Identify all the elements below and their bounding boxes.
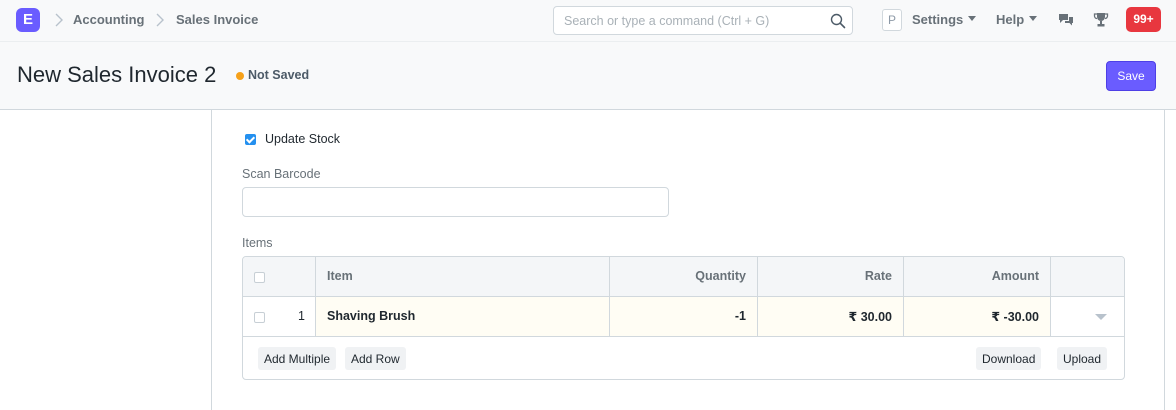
header-item: Item [316,257,610,296]
items-table: Item Quantity Rate Amount 1 Shaving Brus… [242,256,1125,380]
upload-button[interactable]: Upload [1057,347,1108,370]
breadcrumb-accounting[interactable]: Accounting [73,12,145,27]
settings-dropdown[interactable]: Settings [912,12,977,27]
update-stock-checkbox[interactable] [245,134,256,145]
status-indicator-dot [236,72,244,80]
cell-item[interactable]: Shaving Brush [316,297,610,336]
header-quantity: Quantity [610,257,758,296]
help-label: Help [996,12,1025,27]
items-label: Items [242,236,273,250]
add-multiple-button[interactable]: Add Multiple [258,347,337,370]
caret-down-icon [1029,16,1038,21]
search-bar [553,6,853,35]
download-button[interactable]: Download [976,347,1042,370]
cell-rate[interactable]: ₹ 30.00 [758,297,904,336]
row-checkbox[interactable] [254,312,265,323]
row-index: 1 [298,309,305,323]
column-header-quantity: Quantity [695,269,746,283]
app-logo[interactable]: E [16,8,40,32]
row-expand-caret-icon[interactable] [1095,314,1107,320]
search-input[interactable] [564,13,824,29]
form-sidebar [0,110,211,399]
status-badge: Not Saved [248,68,310,82]
trophy-icon[interactable] [1092,11,1110,29]
page-header: New Sales Invoice 2 Not Saved Save [0,42,1176,110]
column-header-item: Item [327,269,353,283]
row-select-cell: 1 [243,297,316,336]
item-amount: ₹ -30.00 [991,310,1039,324]
user-avatar[interactable]: P [882,9,902,31]
navbar: E Accounting Sales Invoice P Settings He… [0,0,1176,42]
column-header-amount: Amount [991,269,1039,283]
chevron-right-icon [156,13,164,27]
help-dropdown[interactable]: Help [996,12,1038,27]
cell-row-actions [1051,297,1124,336]
cell-amount[interactable]: ₹ -30.00 [904,297,1051,336]
table-row[interactable]: 1 Shaving Brush -1 ₹ 30.00 ₹ -30.00 [243,297,1124,337]
settings-label: Settings [912,12,964,27]
cell-quantity[interactable]: -1 [610,297,758,336]
save-button[interactable]: Save [1106,61,1156,91]
scan-barcode-label: Scan Barcode [242,167,321,181]
item-quantity: -1 [734,309,746,323]
select-all-checkbox[interactable] [254,272,265,283]
chevron-right-icon [55,13,63,27]
header-select-cell [243,257,316,296]
search-icon[interactable] [830,13,846,29]
page-title: New Sales Invoice 2 [17,62,217,87]
breadcrumb-sales-invoice[interactable]: Sales Invoice [176,12,258,27]
scan-barcode-input[interactable] [242,187,669,217]
header-rate: Rate [758,257,904,296]
item-name: Shaving Brush [327,309,416,323]
caret-down-icon [968,16,977,21]
update-stock-label: Update Stock [265,132,341,146]
table-header: Item Quantity Rate Amount [243,257,1124,297]
header-actions [1051,257,1124,296]
column-header-rate: Rate [864,269,892,283]
add-row-button[interactable]: Add Row [345,347,406,370]
header-amount: Amount [904,257,1051,296]
notification-badge[interactable]: 99+ [1126,7,1161,32]
chat-icon[interactable] [1057,11,1075,29]
item-rate: ₹ 30.00 [848,310,892,324]
